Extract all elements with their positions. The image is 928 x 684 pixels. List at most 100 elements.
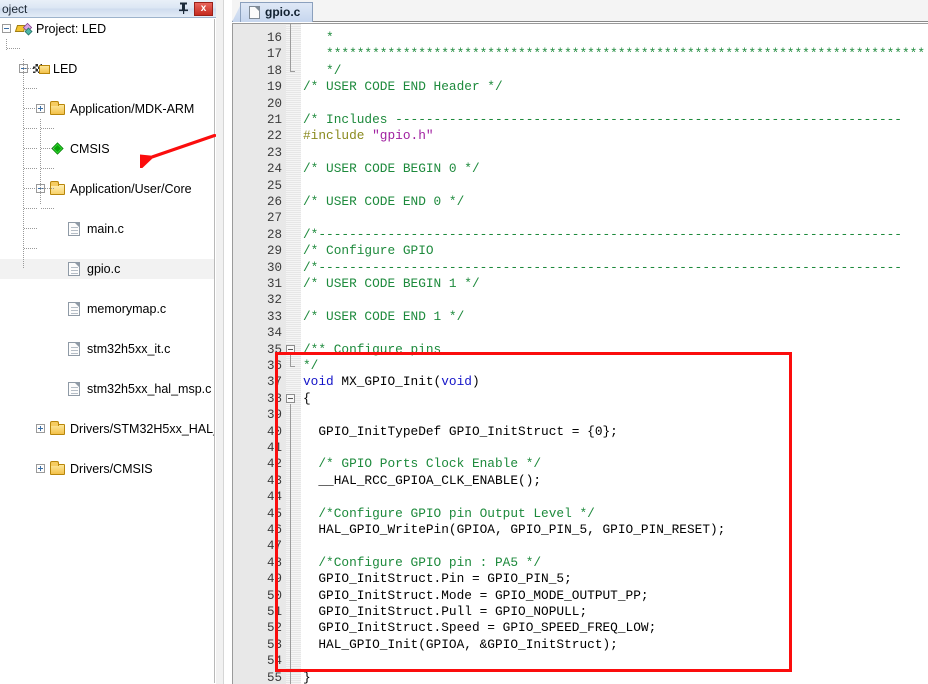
tree-item-stm32h5xx-it-c[interactable]: stm32h5xx_it.c xyxy=(0,339,214,359)
tab-gpio-c[interactable]: gpio.c xyxy=(240,2,314,22)
code-token: GPIO_InitStruct.Pull = GPIO_NOPULL; xyxy=(303,604,588,619)
code-line[interactable]: __HAL_RCC_GPIOA_CLK_ENABLE(); xyxy=(303,473,541,489)
line-number: 20 xyxy=(266,96,282,111)
code-line[interactable]: GPIO_InitStruct.Pin = GPIO_PIN_5; xyxy=(303,571,572,587)
line-number: 45 xyxy=(266,506,282,521)
line-number-gutter: 16 17 18 19 20 21 22 23 24 25 26 27 28 29 30 31 32 33 34 35… xyxy=(233,24,286,684)
tree-item-label: Drivers/CMSIS xyxy=(70,462,153,476)
line-number: 31 xyxy=(266,277,282,291)
code-line[interactable]: { xyxy=(303,391,311,407)
pin-icon[interactable] xyxy=(176,2,190,16)
tab-label: gpio.c xyxy=(265,5,301,19)
code-line[interactable]: /*Configure GPIO pin : PA5 */ xyxy=(303,555,541,571)
code-line[interactable]: */ xyxy=(303,63,341,79)
code-line[interactable]: /*--------------------------------------… xyxy=(303,227,902,243)
tree-item-application-user-core[interactable]: Application/User/Core xyxy=(0,179,214,199)
tree-connector xyxy=(41,148,54,149)
code-token: ****************************************… xyxy=(303,46,926,62)
fold-guide xyxy=(290,354,291,366)
tree-item-application-mdk-arm[interactable]: Application/MDK-ARM xyxy=(0,99,214,119)
code-line[interactable]: /* USER CODE END Header */ xyxy=(303,79,503,95)
code-token: void xyxy=(303,374,334,390)
line-number: 18 xyxy=(266,63,282,78)
tree-connector xyxy=(6,39,7,51)
code-line[interactable]: HAL_GPIO_WritePin(GPIOA, GPIO_PIN_5, GPI… xyxy=(303,522,725,538)
code-folding-column[interactable] xyxy=(286,24,301,684)
code-editor[interactable]: 16 17 18 19 20 21 22 23 24 25 26 27 28 29 30 31 32 33 34 35… xyxy=(232,23,928,684)
tree-connector xyxy=(41,128,54,129)
code-line[interactable]: void MX_GPIO_Init(void) xyxy=(303,374,480,390)
code-line[interactable]: ****************************************… xyxy=(303,46,925,62)
line-number: 17 xyxy=(266,47,282,62)
folder-icon xyxy=(50,461,66,476)
project-pane-titlebar: oject x xyxy=(0,0,216,18)
code-line[interactable]: GPIO_InitStruct.Speed = GPIO_SPEED_FREQ_… xyxy=(303,620,656,636)
code-token: GPIO_InitStruct.Pin = GPIO_PIN_5; xyxy=(303,571,572,587)
code-line[interactable]: /*Configure GPIO pin Output Level */ xyxy=(303,505,595,522)
code-line[interactable]: */ xyxy=(303,358,318,374)
collapse-icon[interactable] xyxy=(2,24,11,33)
code-line[interactable]: } xyxy=(303,670,311,684)
line-number: 25 xyxy=(266,178,282,193)
code-line[interactable]: #include "gpio.h" xyxy=(303,128,434,144)
ide-window: oject x Project: LED LED Application/MDK-A… xyxy=(0,0,928,684)
code-line[interactable]: GPIO_InitStruct.Pull = GPIO_NOPULL; xyxy=(303,604,587,620)
fold-guide-end xyxy=(290,366,295,367)
code-line[interactable]: /** Configure pins xyxy=(303,342,441,358)
code-line[interactable]: * xyxy=(303,30,334,46)
fold-guide xyxy=(290,403,291,684)
tree-item-gpio-c[interactable]: gpio.c xyxy=(0,259,214,279)
close-icon[interactable]: x xyxy=(194,2,213,16)
file-icon xyxy=(67,302,83,316)
code-token: * xyxy=(303,30,334,45)
code-line[interactable]: /* GPIO Ports Clock Enable */ xyxy=(303,456,541,472)
fold-toggle-icon[interactable] xyxy=(286,393,295,403)
line-number: 51 xyxy=(266,605,282,619)
tree-item-main-c[interactable]: main.c xyxy=(0,219,214,239)
code-line[interactable]: /* Configure GPIO xyxy=(303,243,434,259)
file-icon xyxy=(67,222,83,236)
tree-item-label: stm32h5xx_hal_msp.c xyxy=(87,382,212,396)
code-line[interactable]: /* USER CODE BEGIN 1 */ xyxy=(303,276,480,292)
code-line[interactable]: /* USER CODE END 0 */ xyxy=(303,194,464,210)
tree-item-label: memorymap.c xyxy=(87,302,167,316)
line-number: 32 xyxy=(266,293,282,308)
tree-connector xyxy=(24,128,37,129)
tree-item-stm32h5xx-hal-msp-c[interactable]: stm32h5xx_hal_msp.c xyxy=(0,379,214,399)
code-line[interactable]: GPIO_InitTypeDef GPIO_InitStruct = {0}; xyxy=(303,424,618,440)
pin-glyph xyxy=(178,2,188,14)
expand-icon[interactable] xyxy=(36,104,45,113)
code-line[interactable]: /*--------------------------------------… xyxy=(303,260,902,276)
code-token: "gpio.h" xyxy=(372,128,434,144)
code-token: /*Configure GPIO pin Output Level */ xyxy=(303,505,595,521)
code-token: __HAL_RCC_GPIOA_CLK_ENABLE(); xyxy=(303,472,542,488)
fold-toggle-icon[interactable] xyxy=(286,344,295,354)
line-number: 35 xyxy=(266,342,282,357)
tree-item-led[interactable]: LED xyxy=(0,59,214,79)
code-line[interactable]: HAL_GPIO_Init(GPIOA, &GPIO_InitStruct); xyxy=(303,637,618,653)
code-line[interactable]: /* USER CODE END 1 */ xyxy=(303,309,464,325)
code-line[interactable]: /* USER CODE BEGIN 0 */ xyxy=(303,161,480,177)
tree-item-label: Project: LED xyxy=(36,22,107,36)
expand-icon[interactable] xyxy=(36,424,45,433)
pane-splitter[interactable] xyxy=(216,0,232,684)
line-number: 24 xyxy=(266,162,282,177)
tree-connector xyxy=(24,208,37,209)
code-line[interactable]: GPIO_InitStruct.Mode = GPIO_MODE_OUTPUT_… xyxy=(303,588,648,604)
line-number: 37 xyxy=(266,375,282,390)
tree-item-drivers-cmsis[interactable]: Drivers/CMSIS xyxy=(0,459,214,479)
tree-item-cmsis[interactable]: CMSIS xyxy=(0,139,214,159)
code-token: HAL_GPIO_WritePin(GPIOA, GPIO_PIN_5, GPI… xyxy=(303,522,726,537)
project-tree[interactable]: Project: LED LED Application/MDK-ARM CMSIS A… xyxy=(0,19,215,683)
file-icon xyxy=(67,342,83,356)
expand-icon[interactable] xyxy=(36,464,45,473)
code-token: /* GPIO Ports Clock Enable */ xyxy=(303,456,542,472)
tree-connector xyxy=(41,168,54,169)
tree-item-memorymap-c[interactable]: memorymap.c xyxy=(0,299,214,319)
code-line[interactable]: /* Includes ----------------------------… xyxy=(303,112,902,128)
code-token: /* USER CODE END 0 */ xyxy=(303,194,465,209)
code-token: /** Configure pins xyxy=(303,341,442,357)
tree-item-drivers-stm32h5xx-hal-dri[interactable]: Drivers/STM32H5xx_HAL_Dri xyxy=(0,419,214,439)
splitter-grip[interactable] xyxy=(216,0,224,684)
tree-item-project-led[interactable]: Project: LED xyxy=(0,19,214,39)
